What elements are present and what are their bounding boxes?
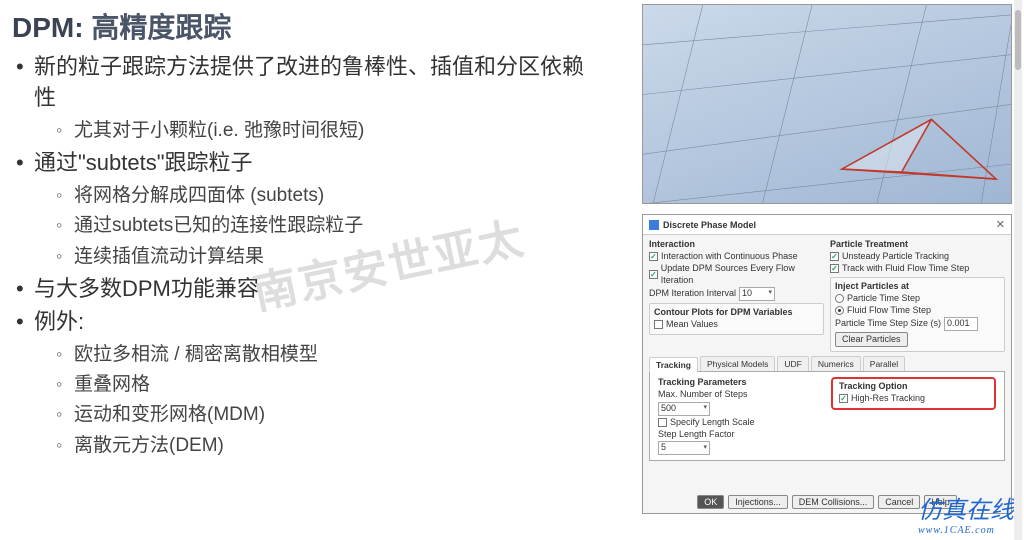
dialog-title: Discrete Phase Model [663,220,996,230]
bullet-l1: 与大多数DPM功能兼容 [12,274,600,305]
chk-specify-length[interactable] [658,418,667,427]
mesh-illustration [642,4,1012,204]
ok-button[interactable]: OK [697,495,724,509]
tracking-params-heading: Tracking Parameters [658,377,823,387]
tab-physical-models[interactable]: Physical Models [700,356,775,371]
particle-step-size[interactable]: 0.001 [944,317,978,331]
clear-particles-button[interactable]: Clear Particles [835,332,908,347]
chk-update-sources[interactable] [649,270,658,279]
dpm-dialog: Discrete Phase Model ✕ Interaction Inter… [642,214,1012,514]
bullet-l2: 将网格分解成四面体 (subtets) [34,181,600,211]
bullet-l2: 通过subtets已知的连接性跟踪粒子 [34,211,600,241]
step-length-factor[interactable]: 5▾ [658,441,710,455]
tab-numerics[interactable]: Numerics [811,356,861,371]
bullet-l2: 运动和变形网格(MDM) [34,400,600,430]
tracking-option-highlight: Tracking Option High-Res Tracking [831,377,996,409]
dpm-iter-interval[interactable]: 10▾ [739,287,775,301]
interaction-heading: Interaction [649,239,824,249]
bullet-list: 新的粒子跟踪方法提供了改进的鲁棒性、插值和分区依赖性尤其对于小颗粒(i.e. 弛… [12,52,600,461]
rad-particle-step[interactable] [835,294,844,303]
cancel-button[interactable]: Cancel [878,495,920,509]
max-steps[interactable]: 500▾ [658,402,710,416]
close-icon[interactable]: ✕ [996,218,1005,231]
rad-fluid-step[interactable] [835,306,844,315]
bullet-l2: 连续插值流动计算结果 [34,242,600,272]
bullet-l1: 通过"subtets"跟踪粒子将网格分解成四面体 (subtets)通过subt… [12,148,600,272]
contour-heading: Contour Plots for DPM Variables [654,307,819,317]
bullet-l2: 重叠网格 [34,370,600,400]
tab-parallel[interactable]: Parallel [863,356,905,371]
chk-unsteady-tracking[interactable] [830,252,839,261]
scrollbar[interactable] [1014,0,1022,540]
slide-title: DPM: 高精度跟踪 [12,6,600,46]
bullet-l1: 例外:欧拉多相流 / 稠密离散相模型重叠网格运动和变形网格(MDM)离散元方法(… [12,307,600,461]
watermark-right: 仿真在线 www.1CAE.com [918,490,1014,536]
injections-button[interactable]: Injections... [728,495,788,509]
bullet-l2: 尤其对于小颗粒(i.e. 弛豫时间很短) [34,116,600,146]
chk-mean-values[interactable] [654,320,663,329]
chk-track-fluid-step[interactable] [830,264,839,273]
dialog-icon [649,220,659,230]
inject-heading: Inject Particles at [835,281,1000,291]
bullet-l2: 离散元方法(DEM) [34,431,600,461]
chk-high-res-tracking[interactable] [839,394,848,403]
bullet-l1: 新的粒子跟踪方法提供了改进的鲁棒性、插值和分区依赖性尤其对于小颗粒(i.e. 弛… [12,52,600,146]
treatment-heading: Particle Treatment [830,239,1005,249]
dialog-tabs: TrackingPhysical ModelsUDFNumericsParall… [649,356,1005,372]
tab-tracking[interactable]: Tracking [649,357,698,372]
tab-udf[interactable]: UDF [777,356,808,371]
bullet-l2: 欧拉多相流 / 稠密离散相模型 [34,340,600,370]
chk-interaction-continuous[interactable] [649,252,658,261]
dem-collisions-button[interactable]: DEM Collisions... [792,495,875,509]
